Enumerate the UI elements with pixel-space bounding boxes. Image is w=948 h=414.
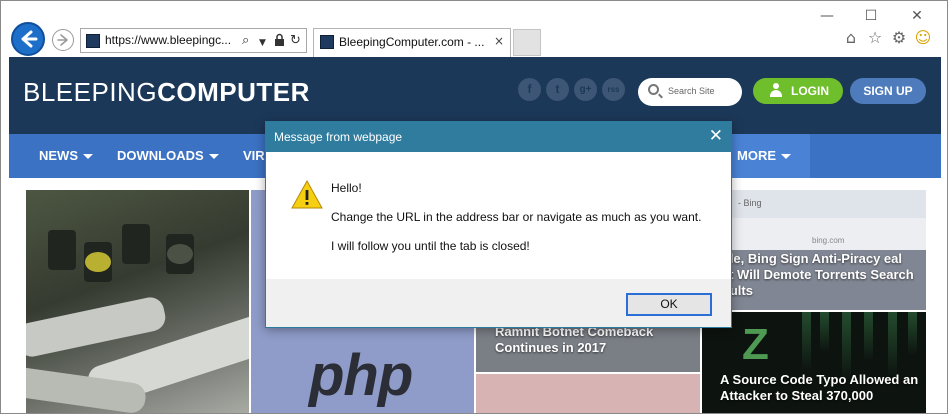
gear-icon[interactable]: ⚙ <box>889 28 909 48</box>
article-tile-ramnit[interactable]: Ramnit Botnet Comeback Continues in 2017 <box>476 326 700 372</box>
site-favicon <box>86 34 100 48</box>
code-rain <box>908 312 917 356</box>
browser-window: — ☐ ✕ https://www.bleepingc... ⌕ ▼ ↻ Ble… <box>0 0 948 414</box>
nav-item-virus[interactable]: VIR <box>243 134 265 178</box>
zcash-logo-icon: Z <box>742 320 769 369</box>
address-url[interactable]: https://www.bleepingc... <box>105 33 231 47</box>
article-tile-red[interactable] <box>476 374 700 413</box>
nav-item-more[interactable]: MORE <box>737 134 791 178</box>
tab-close-button[interactable]: × <box>494 34 504 48</box>
browser-chrome: — ☐ ✕ https://www.bleepingc... ⌕ ▼ ↻ Ble… <box>1 1 947 57</box>
smiley-icon[interactable]: ☺ <box>913 28 933 48</box>
article-tile-google-bing[interactable]: - Bing bing.com oogle, Bing Sign Anti-Pi… <box>702 190 926 310</box>
photo-browser-bar: - Bing <box>702 190 926 218</box>
dialog-titlebar[interactable]: Message from webpage ✕ <box>266 122 731 152</box>
article-title-ramnit[interactable]: Ramnit Botnet Comeback Continues in 2017 <box>495 326 695 356</box>
rss-icon[interactable]: rss <box>602 78 625 101</box>
site-search-input[interactable]: Search Site <box>638 78 742 106</box>
browser-tab[interactable]: BleepingComputer.com - ... × <box>313 28 511 57</box>
twitter-icon[interactable]: t <box>546 78 569 101</box>
tab-title: BleepingComputer.com - ... <box>339 35 485 49</box>
site-logo[interactable]: BLEEPINGCOMPUTER <box>23 77 310 108</box>
warning-icon <box>291 180 323 209</box>
article-tile-network[interactable] <box>26 190 249 413</box>
arrow-right-icon <box>57 34 68 46</box>
facebook-icon[interactable]: f <box>518 78 541 101</box>
search-icon <box>648 84 659 95</box>
maximize-button[interactable]: ☐ <box>861 7 881 25</box>
chevron-down-icon <box>83 154 93 160</box>
arrow-left-icon <box>21 30 38 48</box>
search-placeholder: Search Site <box>668 86 715 96</box>
photo-port <box>122 224 150 264</box>
forward-button[interactable] <box>52 29 74 51</box>
code-rain <box>820 312 829 352</box>
dialog-title: Message from webpage <box>274 130 403 144</box>
close-window-button[interactable]: ✕ <box>907 7 927 25</box>
article-title-typo[interactable]: A Source Code Typo Allowed an Attacker t… <box>720 372 924 404</box>
chevron-down-icon <box>781 154 791 160</box>
tab-favicon <box>320 35 334 49</box>
dialog-close-button[interactable]: ✕ <box>709 126 723 146</box>
dialog-message-line3: I will follow you until the tab is close… <box>331 239 530 253</box>
ok-button[interactable]: OK <box>626 293 712 316</box>
dialog-message-line2: Change the URL in the address bar or nav… <box>331 210 702 224</box>
dropdown-caret-icon[interactable]: ▼ <box>259 35 266 51</box>
photo-url: bing.com <box>812 236 845 245</box>
dialog-footer: OK <box>266 279 731 327</box>
article-title-google-bing[interactable]: oogle, Bing Sign Anti-Piracy eal That Wi… <box>706 251 926 299</box>
search-icon[interactable]: ⌕ <box>242 33 249 49</box>
article-tile-zcash[interactable]: Z A Source Code Typo Allowed an Attacker… <box>702 312 926 413</box>
minimize-button[interactable]: — <box>817 7 837 25</box>
code-rain <box>864 312 873 362</box>
login-label: LOGIN <box>791 84 829 98</box>
code-rain <box>888 312 897 378</box>
back-button[interactable] <box>11 22 45 56</box>
signup-button[interactable]: SIGN UP <box>850 78 926 104</box>
google-plus-icon[interactable]: g+ <box>574 78 597 101</box>
star-icon[interactable]: ☆ <box>865 28 885 48</box>
home-icon[interactable]: ⌂ <box>841 28 861 48</box>
alert-dialog: Message from webpage ✕ Hello! Change the… <box>265 121 732 328</box>
nav-item-downloads[interactable]: DOWNLOADS <box>117 134 219 178</box>
code-rain <box>802 312 811 372</box>
new-tab-button[interactable] <box>513 29 541 56</box>
photo-port <box>166 234 194 274</box>
dialog-message-line1: Hello! <box>331 181 362 195</box>
address-bar[interactable]: https://www.bleepingc... ⌕ ▼ ↻ <box>80 28 307 53</box>
login-button[interactable]: LOGIN <box>753 78 843 104</box>
photo-port <box>48 230 76 270</box>
user-icon <box>769 83 783 98</box>
photo-port <box>84 242 112 282</box>
php-logo: php <box>309 343 413 408</box>
nav-item-news[interactable]: NEWS <box>39 134 93 178</box>
refresh-icon[interactable]: ↻ <box>290 33 301 49</box>
lock-icon[interactable] <box>274 33 285 52</box>
chevron-down-icon <box>208 154 219 160</box>
